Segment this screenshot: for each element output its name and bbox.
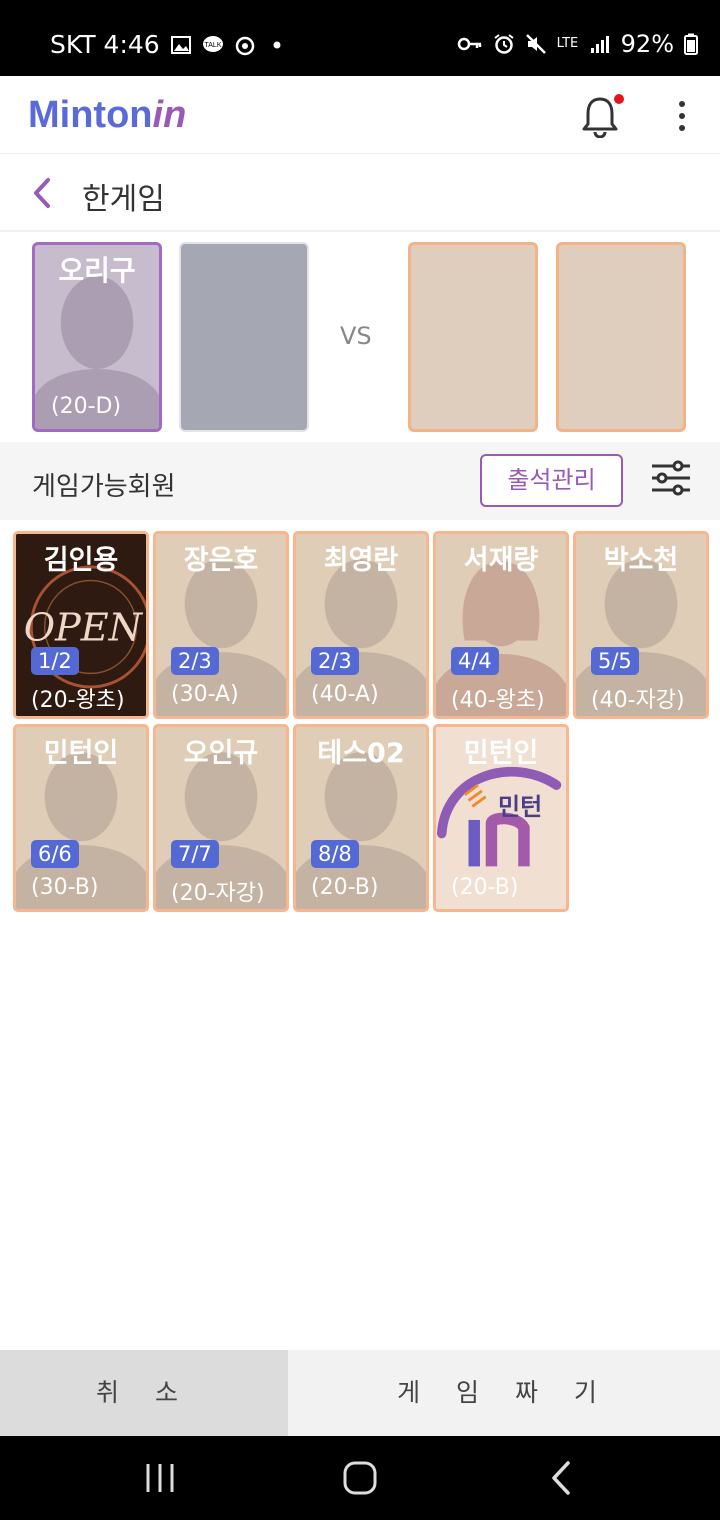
member-name: 오인규 xyxy=(183,738,259,769)
member-grade: (40-왕초) xyxy=(451,688,545,713)
member-card[interactable]: 테스02 8/8 (20-B) xyxy=(293,724,429,912)
battery-icon xyxy=(684,33,698,55)
member-name: 민턴인 xyxy=(463,738,539,769)
game-count-badge: 5/5 xyxy=(591,647,639,675)
team-a-slot-1[interactable]: 오리구 (20-D) xyxy=(32,242,162,432)
svg-text:TALK: TALK xyxy=(204,42,221,49)
member-card[interactable]: 민턴인 6/6 (30-B) xyxy=(13,724,149,912)
player-grade: (20-D) xyxy=(51,394,122,419)
app-header: Mintonin xyxy=(0,76,720,154)
member-name: 박소천 xyxy=(603,545,679,576)
more-options-icon[interactable] xyxy=(668,98,696,134)
member-name: 최영란 xyxy=(323,545,399,576)
status-bar: SKT 4:46 TALK LTE 92% xyxy=(0,0,720,76)
signal-icon xyxy=(590,36,609,53)
title-bar: 한게임 xyxy=(0,154,720,232)
member-name: 테스02 xyxy=(317,738,405,769)
alarm-icon xyxy=(494,34,514,54)
member-grade: (20-B) xyxy=(451,875,519,900)
back-chevron-icon[interactable] xyxy=(28,174,58,212)
logo-text: 민턴 xyxy=(498,793,543,821)
game-count-badge: 2/3 xyxy=(311,647,359,675)
member-name: 김인용 xyxy=(43,545,119,576)
game-count-badge: 7/7 xyxy=(171,840,219,868)
gallery-icon xyxy=(170,35,191,54)
member-card[interactable]: 민턴인 민턴 in (20-B) xyxy=(433,724,569,912)
carrier-time: SKT 4:46 xyxy=(50,30,160,59)
member-grid: OPEN 김인용 1/2 (20-왕초) 장은호 2/3 (30-A) 최영란 … xyxy=(0,520,720,1350)
system-nav-bar xyxy=(0,1436,720,1520)
home-icon[interactable] xyxy=(340,1458,380,1498)
make-game-button[interactable]: 게 임 짜 기 xyxy=(288,1350,720,1436)
app-logo[interactable]: Mintonin xyxy=(28,94,186,137)
battery-percent: 92% xyxy=(620,30,674,58)
member-grade: (30-A) xyxy=(171,682,239,707)
member-grade: (20-왕초) xyxy=(31,688,125,713)
mute-icon xyxy=(525,34,546,54)
dot-icon xyxy=(273,41,281,48)
member-grade: (40-A) xyxy=(311,682,379,707)
section-title: 게임가능회원 xyxy=(32,472,176,502)
game-count-badge: 4/4 xyxy=(451,647,499,675)
cancel-button[interactable]: 취 소 xyxy=(0,1350,288,1436)
vs-label: VS xyxy=(340,322,372,350)
shield-status-icon xyxy=(235,36,254,55)
member-card[interactable]: 최영란 2/3 (40-A) xyxy=(293,531,429,719)
member-name: 민턴인 xyxy=(43,738,119,769)
member-card[interactable]: 박소천 5/5 (40-자강) xyxy=(573,531,709,719)
available-members-header: 게임가능회원 출석관리 xyxy=(0,442,720,520)
notification-badge xyxy=(614,94,624,104)
key-icon xyxy=(457,37,481,51)
game-count-badge: 6/6 xyxy=(31,840,79,868)
member-card[interactable]: OPEN 김인용 1/2 (20-왕초) xyxy=(13,531,149,719)
team-b-slot-1[interactable] xyxy=(408,242,538,432)
game-count-badge: 1/2 xyxy=(31,647,79,675)
back-nav-icon[interactable] xyxy=(542,1458,582,1498)
member-grade: (40-자강) xyxy=(591,688,685,713)
filter-sliders-icon[interactable] xyxy=(650,458,692,498)
page-title: 한게임 xyxy=(82,182,165,217)
svg-text:OPEN: OPEN xyxy=(24,605,144,650)
member-name: 장은호 xyxy=(183,545,259,576)
member-grade: (20-자강) xyxy=(171,881,265,906)
member-card[interactable]: 오인규 7/7 (20-자강) xyxy=(153,724,289,912)
team-b-slot-2[interactable] xyxy=(556,242,686,432)
member-grade: (30-B) xyxy=(31,875,99,900)
player-name: 오리구 xyxy=(58,254,136,287)
member-name: 서재량 xyxy=(463,545,539,576)
attendance-button[interactable]: 출석관리 xyxy=(480,454,623,507)
talk-icon: TALK xyxy=(202,35,223,52)
member-grade: (20-B) xyxy=(311,875,379,900)
team-a-slot-2[interactable] xyxy=(179,242,309,432)
game-court: 오리구 (20-D) VS xyxy=(0,234,720,442)
network-type: LTE xyxy=(556,36,579,51)
member-card[interactable]: 장은호 2/3 (30-A) xyxy=(153,531,289,719)
game-count-badge: 8/8 xyxy=(311,840,359,868)
member-card[interactable]: 서재량 4/4 (40-왕초) xyxy=(433,531,569,719)
game-count-badge: 2/3 xyxy=(171,647,219,675)
recent-apps-icon[interactable] xyxy=(140,1458,180,1498)
